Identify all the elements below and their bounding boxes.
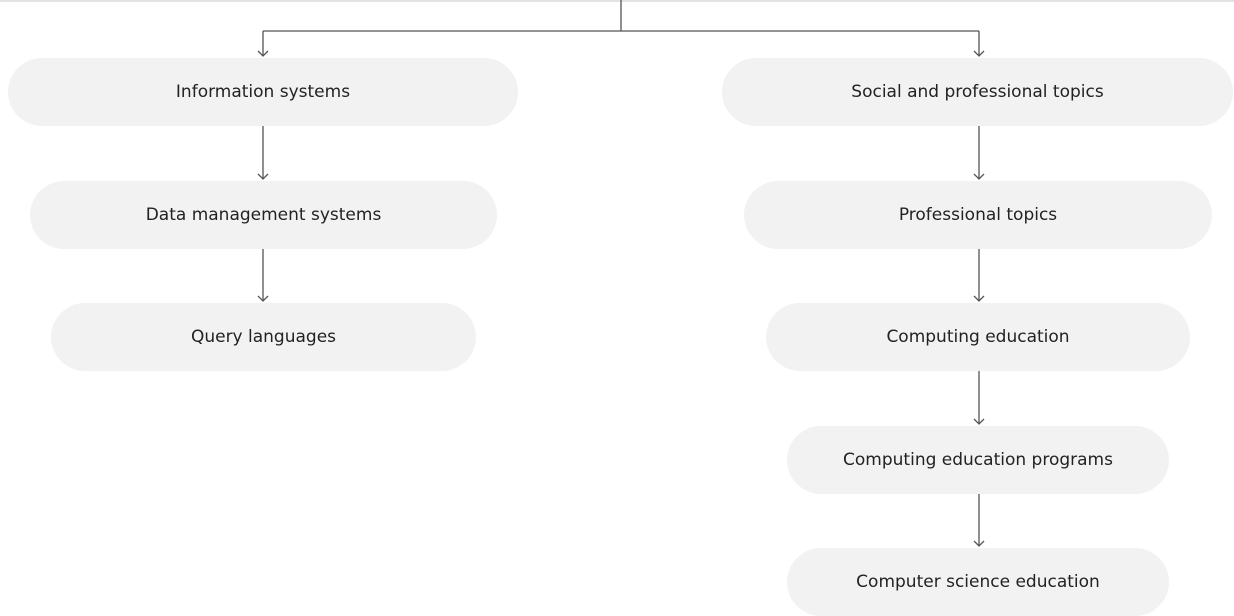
ccs-concept-tree: Information systems Data management syst… [0,0,1234,616]
node-data-management-systems[interactable]: Data management systems [30,181,497,249]
node-computer-science-education[interactable]: Computer science education [787,548,1169,616]
top-divider [0,0,1234,2]
arrowhead-social-and-professional-topics [973,50,985,57]
node-computing-education-programs[interactable]: Computing education programs [787,426,1169,494]
arrowhead-computing-education [973,295,985,302]
arrowhead-information-systems [257,50,269,57]
node-query-languages[interactable]: Query languages [51,303,476,371]
arrowhead-computing-education-programs [973,418,985,425]
arrowhead-query-languages [257,295,269,302]
node-information-systems[interactable]: Information systems [8,58,518,126]
node-computing-education[interactable]: Computing education [766,303,1190,371]
arrowhead-computer-science-education [973,540,985,547]
arrowhead-professional-topics [973,173,985,180]
node-professional-topics[interactable]: Professional topics [744,181,1212,249]
arrowhead-data-management-systems [257,173,269,180]
node-social-and-professional-topics[interactable]: Social and professional topics [722,58,1233,126]
